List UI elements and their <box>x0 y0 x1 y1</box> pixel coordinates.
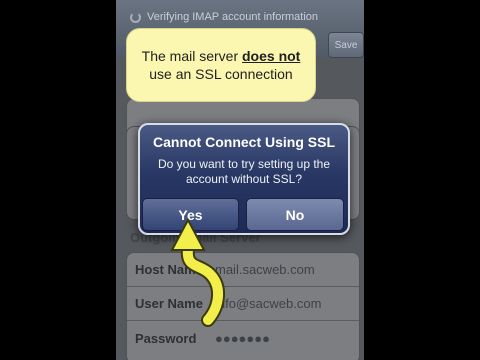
pointer-arrow-icon <box>170 217 225 327</box>
password-row[interactable]: Password ●●●●●●● <box>127 321 359 355</box>
host-name-row[interactable]: Host Name mail.sacweb.com <box>127 253 359 287</box>
password-field[interactable]: ●●●●●●● <box>215 331 270 346</box>
verifying-status: Verifying IMAP account information <box>116 6 364 28</box>
tutorial-callout: The mail server does not use an SSL conn… <box>126 28 316 102</box>
callout-text-before: The mail server <box>141 48 242 64</box>
callout-line-1: The mail server does not <box>142 47 301 65</box>
save-button[interactable]: Save <box>328 32 364 58</box>
form-group-outgoing: Host Name mail.sacweb.com User Name info… <box>126 252 360 360</box>
user-name-row[interactable]: User Name info@sacweb.com <box>127 287 359 321</box>
dialog-title: Cannot Connect Using SSL <box>153 134 335 150</box>
callout-line-2: use an SSL connection <box>149 66 293 82</box>
spinner-icon <box>130 11 141 23</box>
dialog-message: Do you want to try setting up the accoun… <box>157 157 331 186</box>
verifying-text: Verifying IMAP account information <box>147 11 318 23</box>
no-button[interactable]: No <box>246 198 344 231</box>
password-label: Password <box>135 330 197 346</box>
callout-emphasis: does not <box>242 48 301 64</box>
